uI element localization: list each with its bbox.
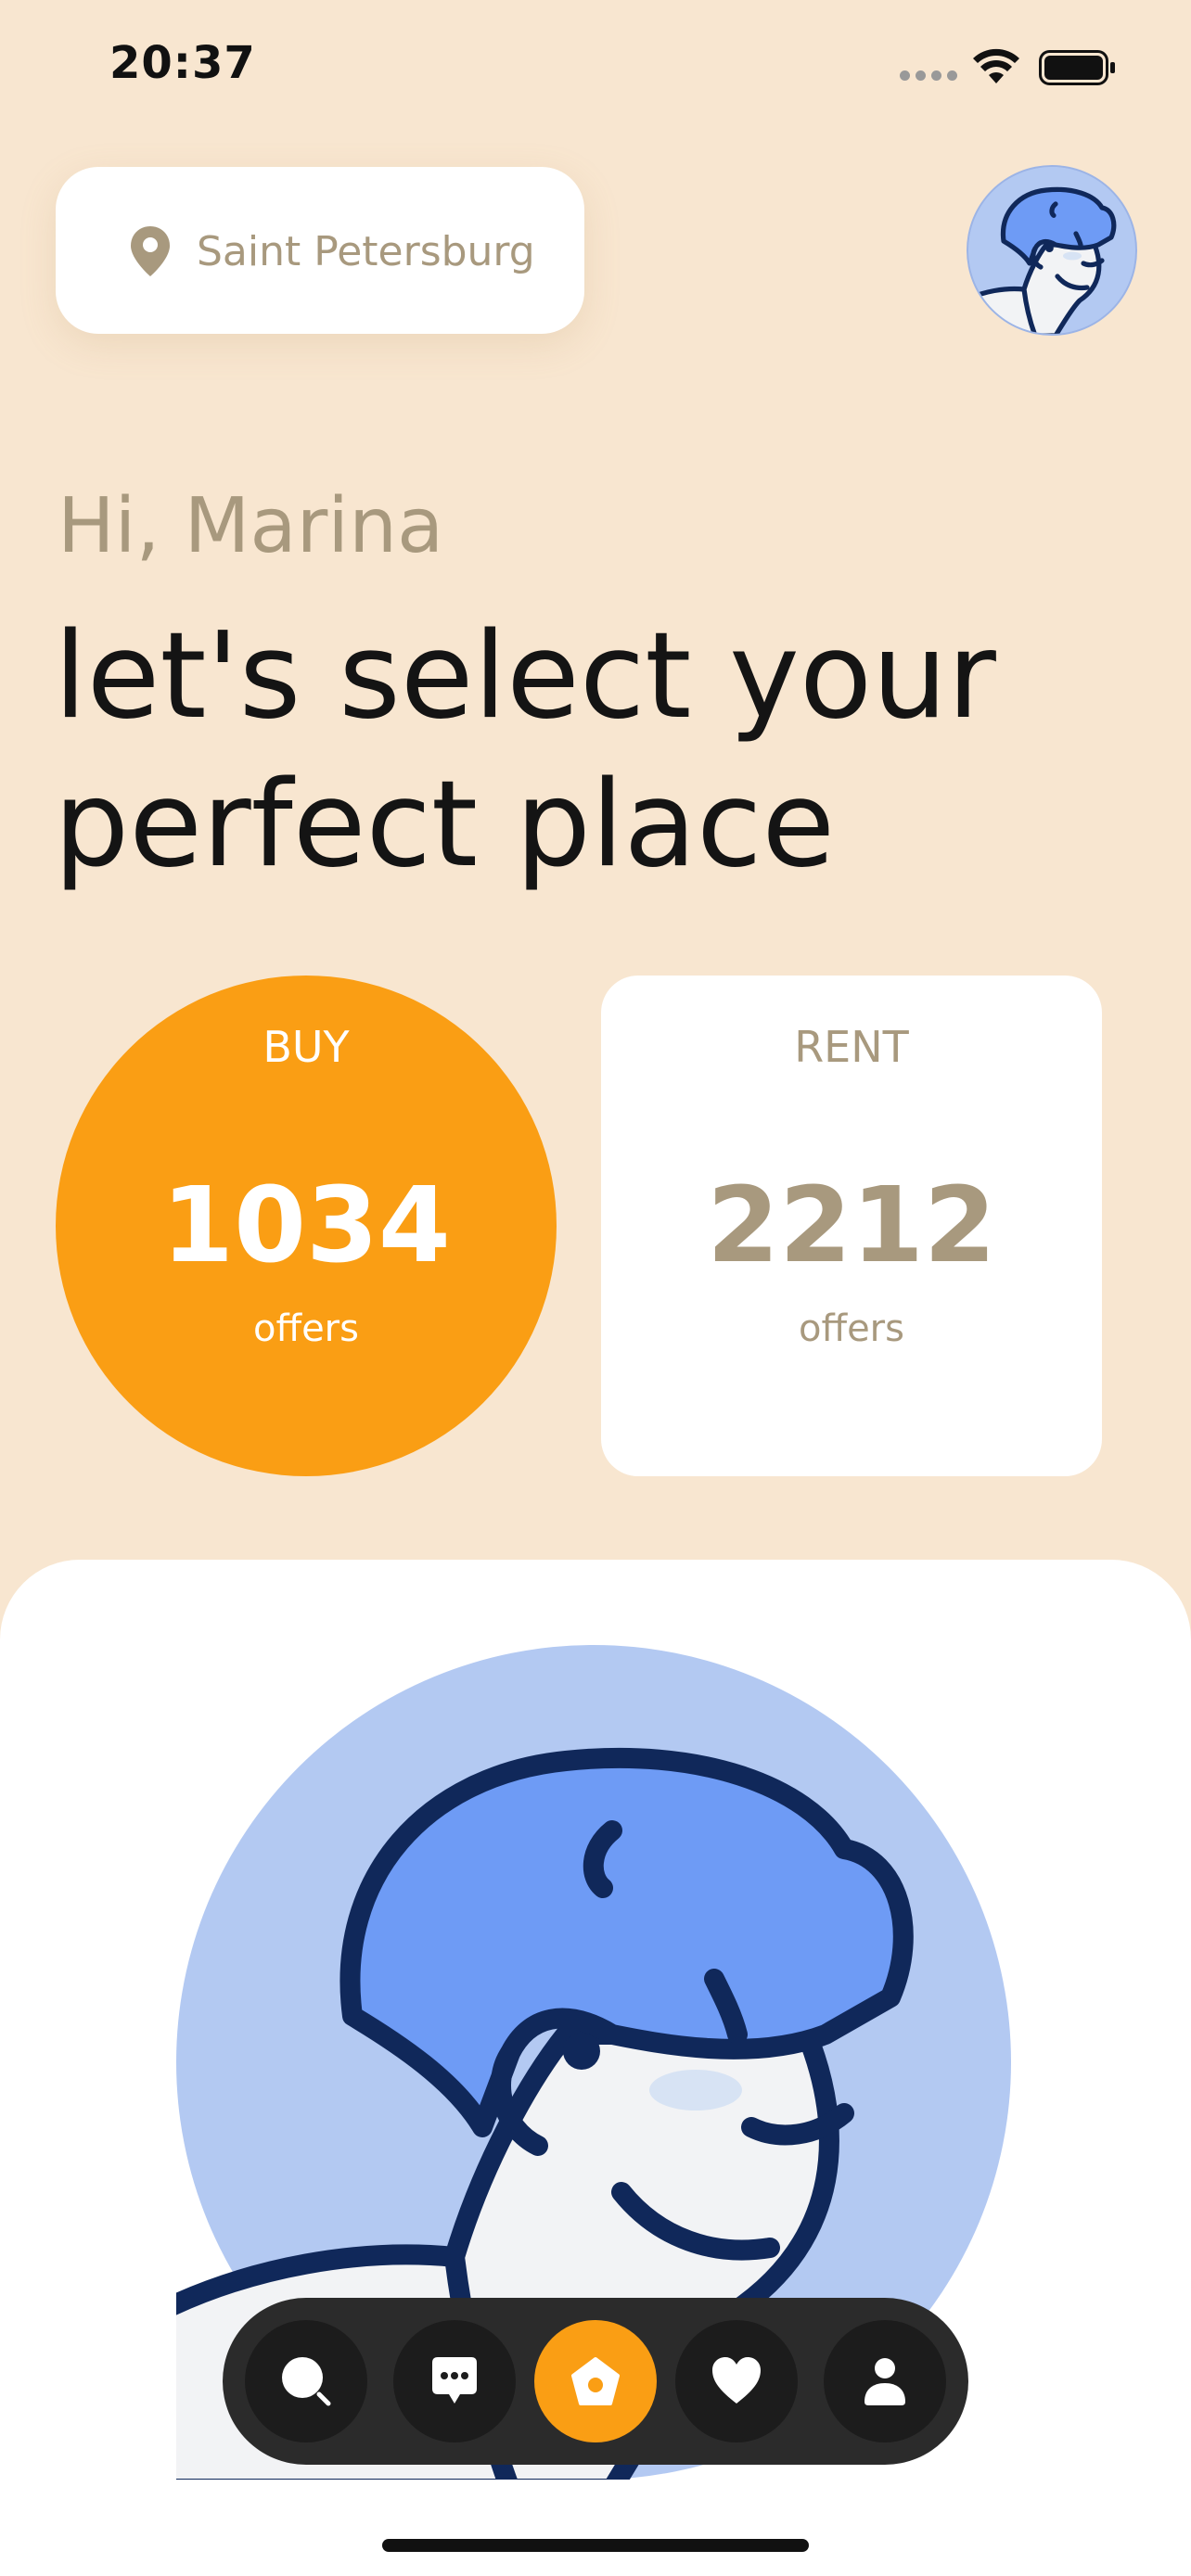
status-bar: 20:37 <box>0 0 1191 139</box>
tab-bar <box>223 2298 968 2465</box>
signal-icon <box>900 70 957 81</box>
wifi-icon <box>973 48 1019 83</box>
buy-offers-count: 1034 <box>161 1166 451 1286</box>
search-icon <box>282 2357 331 2406</box>
status-time: 20:37 <box>109 37 256 89</box>
rent-offers-card[interactable]: RENT 2212 offers <box>601 976 1102 1476</box>
battery-icon <box>1039 50 1115 85</box>
tab-home[interactable] <box>534 2320 657 2442</box>
location-pin-icon <box>131 226 170 276</box>
profile-icon <box>864 2358 905 2405</box>
buy-card-title: BUY <box>263 1022 350 1072</box>
page-title: let's select your perfect place <box>54 607 996 894</box>
rent-offers-unit: offers <box>799 1307 904 1350</box>
location-label: Saint Petersburg <box>197 228 535 275</box>
chat-icon <box>432 2357 477 2404</box>
tab-favorites[interactable] <box>675 2320 798 2442</box>
tab-messages[interactable] <box>393 2320 516 2442</box>
tab-profile[interactable] <box>824 2320 946 2442</box>
location-selector[interactable]: Saint Petersburg <box>56 167 584 334</box>
buy-offers-card[interactable]: BUY 1034 offers <box>56 976 557 1476</box>
home-indicator <box>382 2539 809 2552</box>
avatar[interactable] <box>968 167 1135 334</box>
tab-search[interactable] <box>245 2320 367 2442</box>
greeting-text: Hi, Marina <box>58 482 444 570</box>
rent-card-title: RENT <box>794 1022 909 1072</box>
rent-offers-count: 2212 <box>707 1166 996 1286</box>
avatar-illustration <box>968 167 1135 334</box>
home-icon <box>571 2357 620 2405</box>
buy-offers-unit: offers <box>253 1307 359 1350</box>
heart-icon <box>712 2357 761 2404</box>
